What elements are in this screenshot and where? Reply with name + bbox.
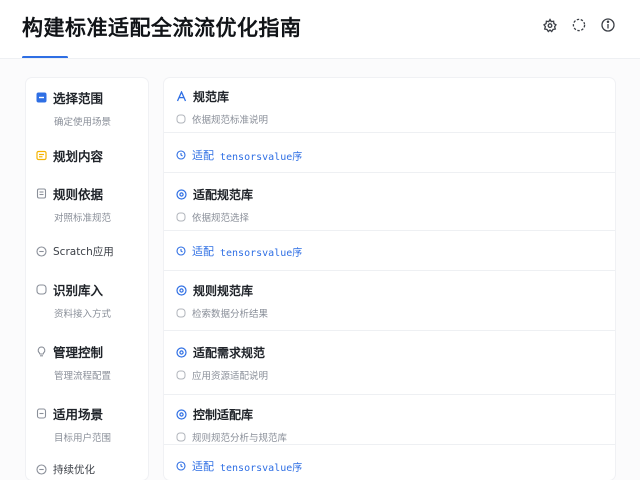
row-title-text: 适配规范库 [193,188,254,202]
link-prefix: 适配 [192,245,214,258]
target-icon [176,347,187,358]
file-icon [36,407,47,419]
sidebar-item-control[interactable]: 管理控制 管理流程配置 [36,342,144,382]
minus-circle-icon [36,463,47,475]
circle-icon [176,432,186,442]
row-desc-text: 应用资源适配说明 [192,371,269,382]
sidebar-item-sub: 管理流程配置 [54,371,112,382]
link-code: tensorsvalue序 [220,247,303,259]
sidebar-item-label: 规划内容 [53,148,104,164]
refresh-icon[interactable] [571,17,587,33]
bulb-icon [36,345,47,357]
sidebar-item-sub: 对照标准规范 [54,213,112,224]
link-tensorsvalue[interactable]: 适配 tensorsvalue序 [176,458,302,474]
row-title[interactable]: 适配需求规范 [176,344,265,361]
sidebar: 选择范围 确定使用场景 规划内容 规则依据 对照标准规范 Scratch应用 识… [26,78,148,480]
settings-icon[interactable] [542,17,558,33]
row-desc: 依据规范标准说明 [176,112,268,126]
sidebar-item-scenario[interactable]: 适用场景 目标用户范围 [36,404,144,444]
divider [164,172,615,173]
sidebar-item-label: 规则依据 [53,186,104,202]
sidebar-item-label: 选择范围 [53,90,104,106]
link-tensorsvalue[interactable]: 适配 tensorsvalue序 [176,147,302,163]
circle-icon [36,283,47,295]
row-desc: 规则规范分析与规范库 [176,430,287,444]
circle-icon [176,370,186,380]
row-desc-text: 依据规范标准说明 [192,115,269,126]
font-icon [176,91,187,102]
target-icon [176,285,187,296]
row-title-text: 规范库 [193,90,230,104]
sidebar-item-rules[interactable]: 规则依据 对照标准规范 [36,184,144,224]
circle-icon [176,308,186,318]
clock-icon [176,461,186,471]
sidebar-item-sub: 资料接入方式 [54,309,112,320]
row-desc: 检索数据分析结果 [176,306,268,320]
divider [164,132,615,133]
divider [164,394,615,395]
divider [164,444,615,445]
row-title-text: 规则规范库 [193,284,254,298]
row-title-text: 适配需求规范 [193,346,266,360]
sidebar-item-label: Scratch应用 [53,245,114,258]
row-title[interactable]: 适配规范库 [176,186,253,203]
note-icon [36,150,47,161]
row-title[interactable]: 规范库 [176,88,229,105]
sidebar-item-scratch[interactable]: Scratch应用 [36,242,144,260]
header: 构建标准适配全流流优化指南 [0,0,640,59]
sidebar-item-optimize[interactable]: 持续优化 [36,460,144,478]
divider [164,330,615,331]
circle-icon [176,114,186,124]
row-title[interactable]: 规则规范库 [176,282,253,299]
link-prefix: 适配 [192,149,214,162]
sidebar-item-plan[interactable]: 规划内容 [36,146,144,164]
doc-icon [36,187,47,199]
sidebar-item-label: 管理控制 [53,344,104,360]
info-icon[interactable] [600,17,616,33]
row-title-text: 控制适配库 [193,408,254,422]
clock-icon [176,246,186,256]
link-prefix: 适配 [192,460,214,473]
main-panel: 规范库 依据规范标准说明 适配 tensorsvalue序 适配规范库 依据规范… [164,78,615,480]
divider [164,270,615,271]
row-title[interactable]: 控制适配库 [176,406,253,423]
page-title: 构建标准适配全流流优化指南 [22,16,302,40]
checkbox-icon [36,92,47,103]
row-desc-text: 依据规范选择 [192,213,250,224]
page: 构建标准适配全流流优化指南 选择范围 确定使用场景 规划内容 规则依据 对照标准… [0,0,640,480]
link-code: tensorsvalue序 [220,462,303,474]
circle-icon [176,212,186,222]
sidebar-item-label: 持续优化 [53,463,95,476]
row-desc-text: 检索数据分析结果 [192,309,269,320]
target-icon [176,409,187,420]
sidebar-item-ingest[interactable]: 识别库入 资料接入方式 [36,280,144,320]
sidebar-item-scope[interactable]: 选择范围 确定使用场景 [36,88,144,128]
link-tensorsvalue[interactable]: 适配 tensorsvalue序 [176,243,302,259]
sidebar-item-label: 适用场景 [53,406,104,422]
sidebar-item-sub: 目标用户范围 [54,433,112,444]
sidebar-item-label: 识别库入 [53,282,104,298]
minus-circle-icon [36,245,47,257]
clock-icon [176,150,186,160]
row-desc-text: 规则规范分析与规范库 [192,433,288,444]
row-desc: 应用资源适配说明 [176,368,268,382]
link-code: tensorsvalue序 [220,151,303,163]
target-icon [176,189,187,200]
sidebar-item-sub: 确定使用场景 [54,117,112,128]
divider [164,230,615,231]
header-divider [0,58,640,59]
row-desc: 依据规范选择 [176,210,249,224]
